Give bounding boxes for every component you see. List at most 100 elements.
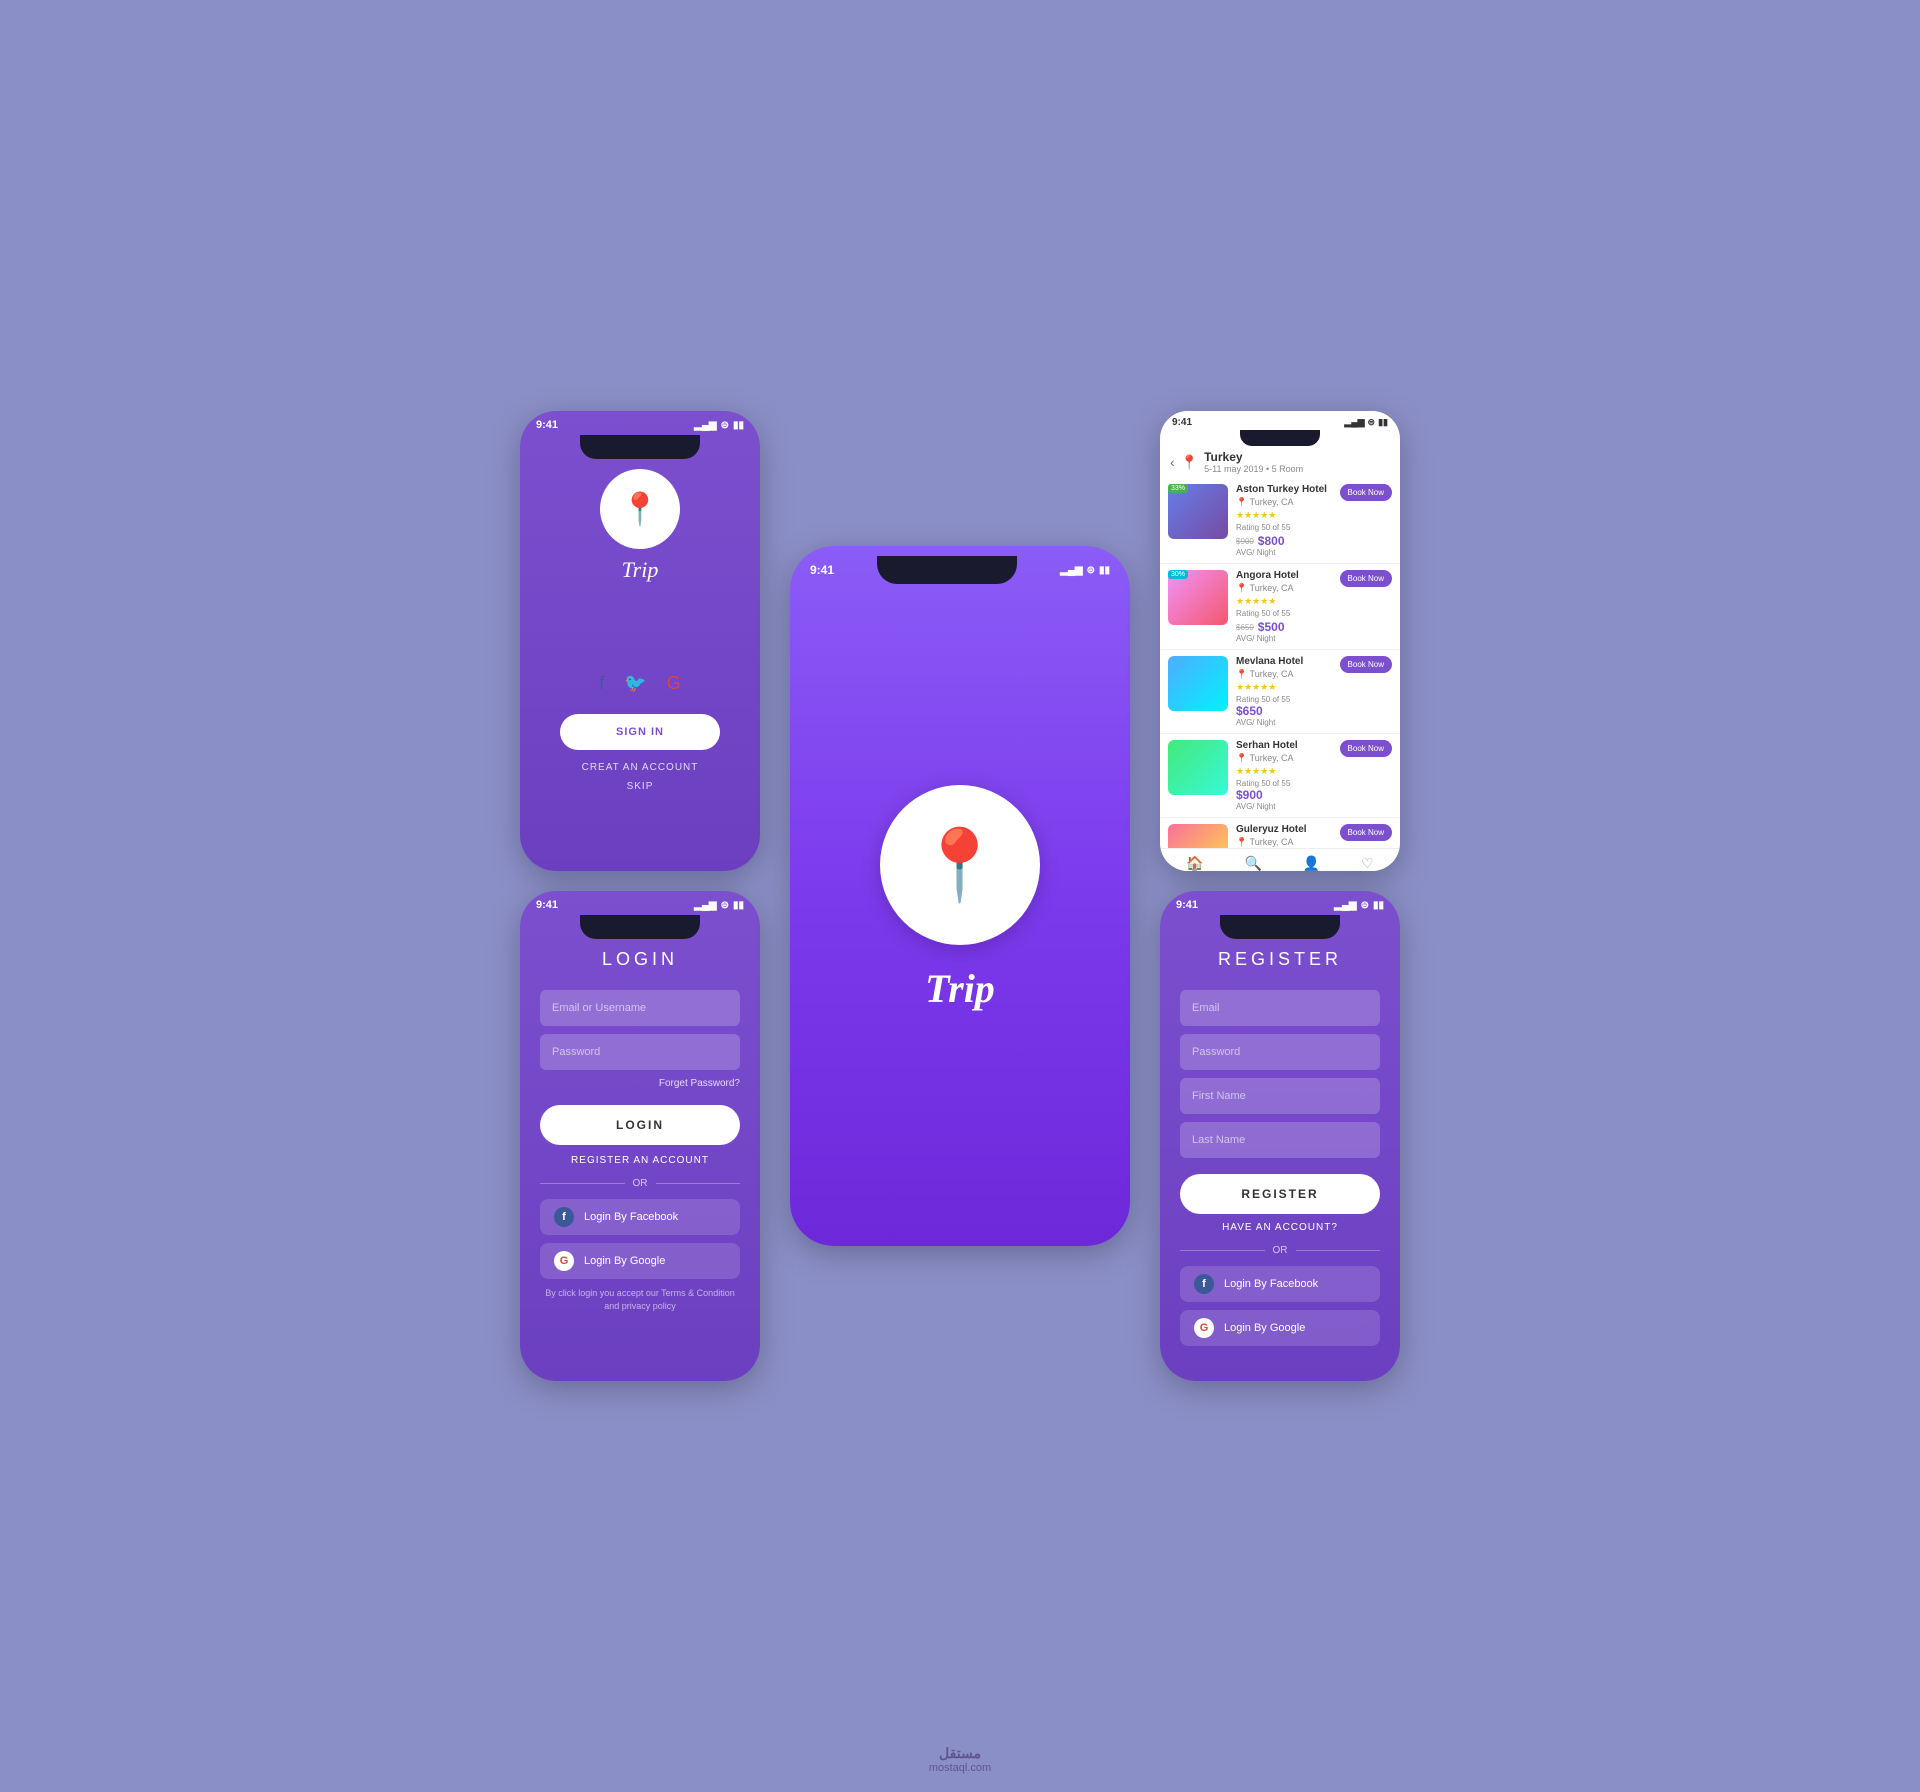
register-account-link[interactable]: REGISTER AN ACCOUNT — [540, 1155, 740, 1166]
divider-line-right — [1296, 1250, 1381, 1251]
facebook-icon[interactable]: f — [599, 673, 604, 694]
google-btn-label: Login By Google — [584, 1255, 665, 1267]
center-time: 9:41 — [810, 563, 834, 577]
phone-login: 9:41 ▂▄▆ ⊜ ▮▮ LOGIN Forget Password? LOG… — [520, 891, 760, 1381]
divider-line-left — [1180, 1250, 1265, 1251]
hotel-discount-1: 33% — [1168, 484, 1188, 493]
nav-user-icon[interactable]: 👤 — [1303, 855, 1320, 871]
divider-line-left — [540, 1183, 625, 1184]
forget-password-link[interactable]: Forget Password? — [540, 1078, 740, 1089]
hotel-location-5: 📍 Turkey, CA — [1236, 837, 1332, 848]
center-notch — [877, 556, 1017, 584]
phone-center: 9:41 ▂▄▆ ⊜ ▮▮ 📍 Trip — [790, 546, 1130, 1246]
or-divider: OR — [540, 1178, 740, 1189]
hotel-name-2: Angora Hotel — [1236, 570, 1332, 581]
register-button[interactable]: REGISTER — [1180, 1174, 1380, 1214]
hotel-rating-3: Rating 50 of 55 — [1236, 695, 1332, 704]
status-icons: ▂▄▆ ⊜ ▮▮ — [1334, 900, 1384, 911]
have-account-link[interactable]: Have An Account? — [1180, 1222, 1380, 1233]
hotel-location-4: 📍 Turkey, CA — [1236, 753, 1332, 764]
hotel-name-4: Serhan Hotel — [1236, 740, 1332, 751]
facebook-icon: f — [1194, 1274, 1214, 1294]
or-text: OR — [1273, 1245, 1288, 1256]
hotel-stars-1: ★★★★★ — [1236, 510, 1332, 521]
login-title: LOGIN — [540, 949, 740, 970]
hotel-name-5: Guleryuz Hotel — [1236, 824, 1332, 835]
hotel-stars-4: ★★★★★ — [1236, 766, 1332, 777]
location-pin-icon: 📍 — [1181, 454, 1198, 471]
hotel-item-1: Aston Turkey Hotel 📍 Turkey, CA ★★★★★ Ra… — [1160, 478, 1400, 564]
facebook-login-button[interactable]: f Login By Facebook — [540, 1199, 740, 1235]
google-login-button[interactable]: G Login By Google — [540, 1243, 740, 1279]
register-facebook-label: Login By Facebook — [1224, 1278, 1318, 1290]
hotel-name-1: Aston Turkey Hotel — [1236, 484, 1332, 495]
login-button[interactable]: LOGIN — [540, 1105, 740, 1145]
time-label: 9:41 — [536, 899, 558, 911]
nav-heart-icon[interactable]: ♡ — [1361, 855, 1374, 871]
social-icons-row: f 🐦 G — [599, 673, 680, 694]
register-google-button[interactable]: G Login By Google — [1180, 1310, 1380, 1346]
register-firstname-input[interactable] — [1180, 1078, 1380, 1114]
google-icon: G — [1194, 1318, 1214, 1338]
nav-home-icon[interactable]: 🏠 — [1186, 855, 1203, 871]
book-button-3[interactable]: Book Now — [1340, 656, 1392, 673]
or-text: OR — [633, 1178, 648, 1189]
google-icon[interactable]: G — [667, 673, 681, 694]
back-button[interactable]: ‹ — [1170, 454, 1175, 470]
destination-dates: 5-11 may 2019 • 5 Room — [1204, 464, 1303, 474]
hotel-image-3 — [1168, 656, 1228, 711]
register-time: 9:41 — [1176, 899, 1198, 911]
hotels-time: 9:41 — [1172, 417, 1192, 428]
hotel-price-2: $500 — [1258, 620, 1285, 634]
hotel-discount-2: 30% — [1168, 570, 1188, 579]
time-label: 9:41 — [536, 419, 558, 431]
center-app-title: Trip — [925, 965, 995, 1012]
phone-splash: 9:41 ▂▄▆ ⊜ ▮▮ 📍 Trip f 🐦 G S — [520, 411, 760, 871]
hotel-list: Aston Turkey Hotel 📍 Turkey, CA ★★★★★ Ra… — [1160, 478, 1400, 848]
hotel-location-1: 📍 Turkey, CA — [1236, 497, 1332, 508]
notch — [580, 915, 700, 939]
book-button-2[interactable]: Book Now — [1340, 570, 1392, 587]
email-input[interactable] — [540, 990, 740, 1026]
notch — [1220, 915, 1340, 939]
status-icons: ▂▄▆ ⊜ ▮▮ — [694, 900, 744, 911]
register-google-label: Login By Google — [1224, 1322, 1305, 1334]
hotel-item-3: Mevlana Hotel 📍 Turkey, CA ★★★★★ Rating … — [1160, 650, 1400, 734]
register-facebook-button[interactable]: f Login By Facebook — [1180, 1266, 1380, 1302]
bottom-nav: 🏠 🔍 👤 ♡ — [1160, 848, 1400, 871]
divider-line-right — [656, 1183, 741, 1184]
hotel-price-label-3: AVG/ Night — [1236, 718, 1332, 727]
hotel-price-3: $650 — [1236, 704, 1332, 718]
hotel-original-price-2: $650 — [1236, 623, 1254, 632]
register-title: REGISTER — [1180, 949, 1380, 970]
register-password-input[interactable] — [1180, 1034, 1380, 1070]
register-email-input[interactable] — [1180, 990, 1380, 1026]
hotel-item-4: Serhan Hotel 📍 Turkey, CA ★★★★★ Rating 5… — [1160, 734, 1400, 818]
destination-name: Turkey — [1204, 450, 1303, 464]
hotel-rating-1: Rating 50 of 55 — [1236, 523, 1332, 532]
create-account-link[interactable]: CREAT AN ACCOUNT — [582, 762, 699, 773]
hotel-image-5 — [1168, 824, 1228, 848]
status-icons: ▂▄▆ ⊜ ▮▮ — [1060, 565, 1110, 576]
book-button-5[interactable]: Book Now — [1340, 824, 1392, 841]
book-button-1[interactable]: Book Now — [1340, 484, 1392, 501]
or-divider: OR — [1180, 1245, 1380, 1256]
register-lastname-input[interactable] — [1180, 1122, 1380, 1158]
hotel-image-4 — [1168, 740, 1228, 795]
twitter-icon[interactable]: 🐦 — [624, 673, 646, 694]
nav-search-icon[interactable]: 🔍 — [1245, 855, 1262, 871]
center-logo-circle: 📍 — [880, 785, 1040, 945]
hotel-stars-2: ★★★★★ — [1236, 596, 1332, 607]
hotel-original-price-1: $900 — [1236, 537, 1254, 546]
hotel-name-3: Mevlana Hotel — [1236, 656, 1332, 667]
skip-link[interactable]: SKIP — [627, 781, 654, 792]
google-btn-icon: G — [554, 1251, 574, 1271]
book-button-4[interactable]: Book Now — [1340, 740, 1392, 757]
hotel-item-2: Angora Hotel 📍 Turkey, CA ★★★★★ Rating 5… — [1160, 564, 1400, 650]
app-title: Trip — [622, 557, 659, 583]
signin-button[interactable]: SIGN IN — [560, 714, 720, 750]
hotel-price-label-4: AVG/ Night — [1236, 802, 1332, 811]
password-input[interactable] — [540, 1034, 740, 1070]
hotel-location-2: 📍 Turkey, CA — [1236, 583, 1332, 594]
hotel-price-1: $800 — [1258, 534, 1285, 548]
